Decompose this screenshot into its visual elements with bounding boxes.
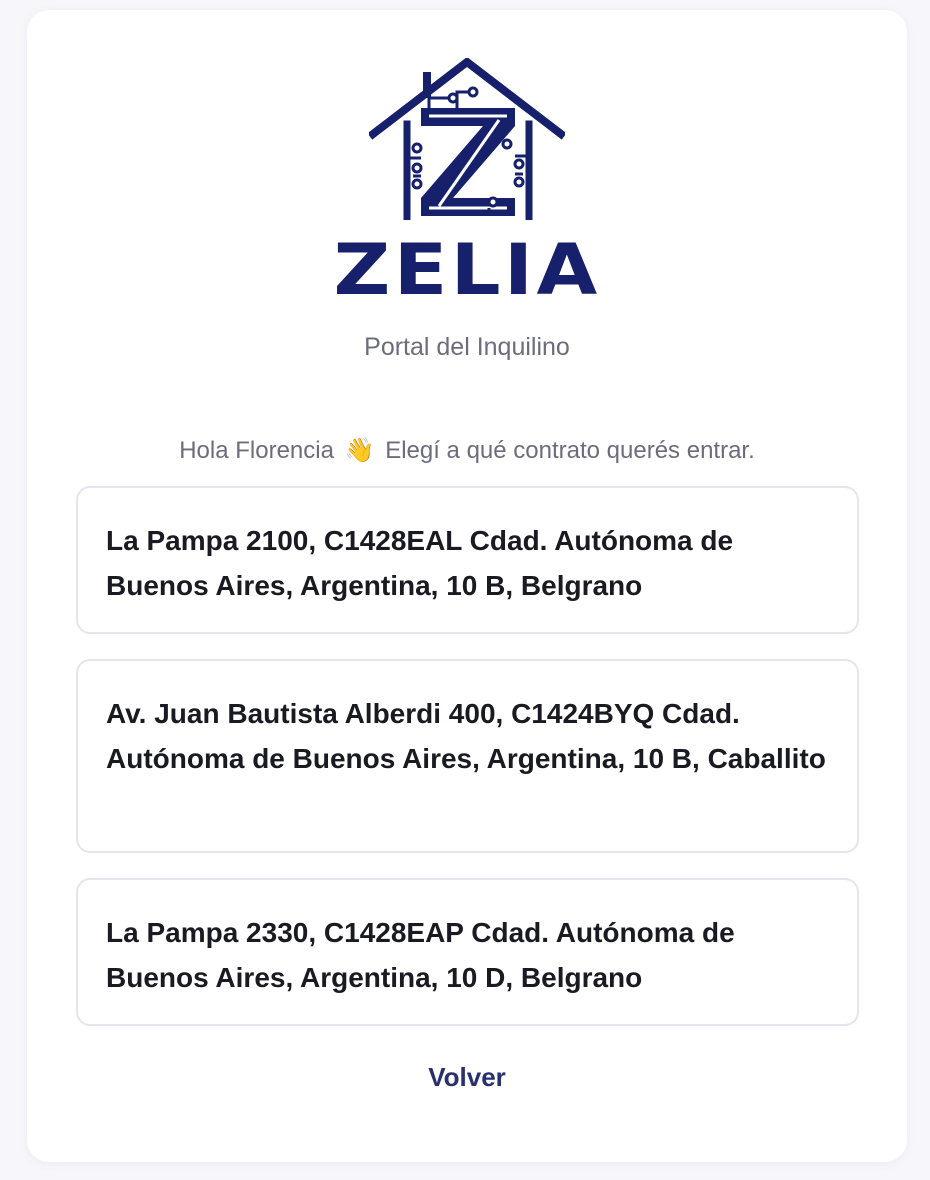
contract-option-1[interactable]: La Pampa 2100, C1428EAL Cdad. Autónoma d… [76,486,859,634]
contract-option-3[interactable]: La Pampa 2330, C1428EAP Cdad. Autónoma d… [76,878,859,1026]
portal-subtitle: Portal del Inquilino [364,333,570,361]
contract-option-2[interactable]: Av. Juan Bautista Alberdi 400, C1424BYQ … [76,659,859,853]
contract-selection-card: ZELIA Portal del Inquilino Hola Florenci… [27,10,907,1162]
greeting-name: Hola Florencia [179,437,334,464]
waving-hand-icon: 👋 [344,437,375,464]
brand-name: ZELIA [333,229,601,311]
contract-list: La Pampa 2100, C1428EAL Cdad. Autónoma d… [76,486,859,1051]
greeting-message: Hola Florencia 👋 Elegí a qué contrato qu… [27,436,907,466]
house-circuit-z-logo-icon [369,58,565,220]
back-link-wrap: Volver [27,1062,907,1093]
back-button[interactable]: Volver [428,1062,506,1092]
greeting-instruction: Elegí a qué contrato querés entrar. [385,437,755,464]
logo [27,58,907,220]
